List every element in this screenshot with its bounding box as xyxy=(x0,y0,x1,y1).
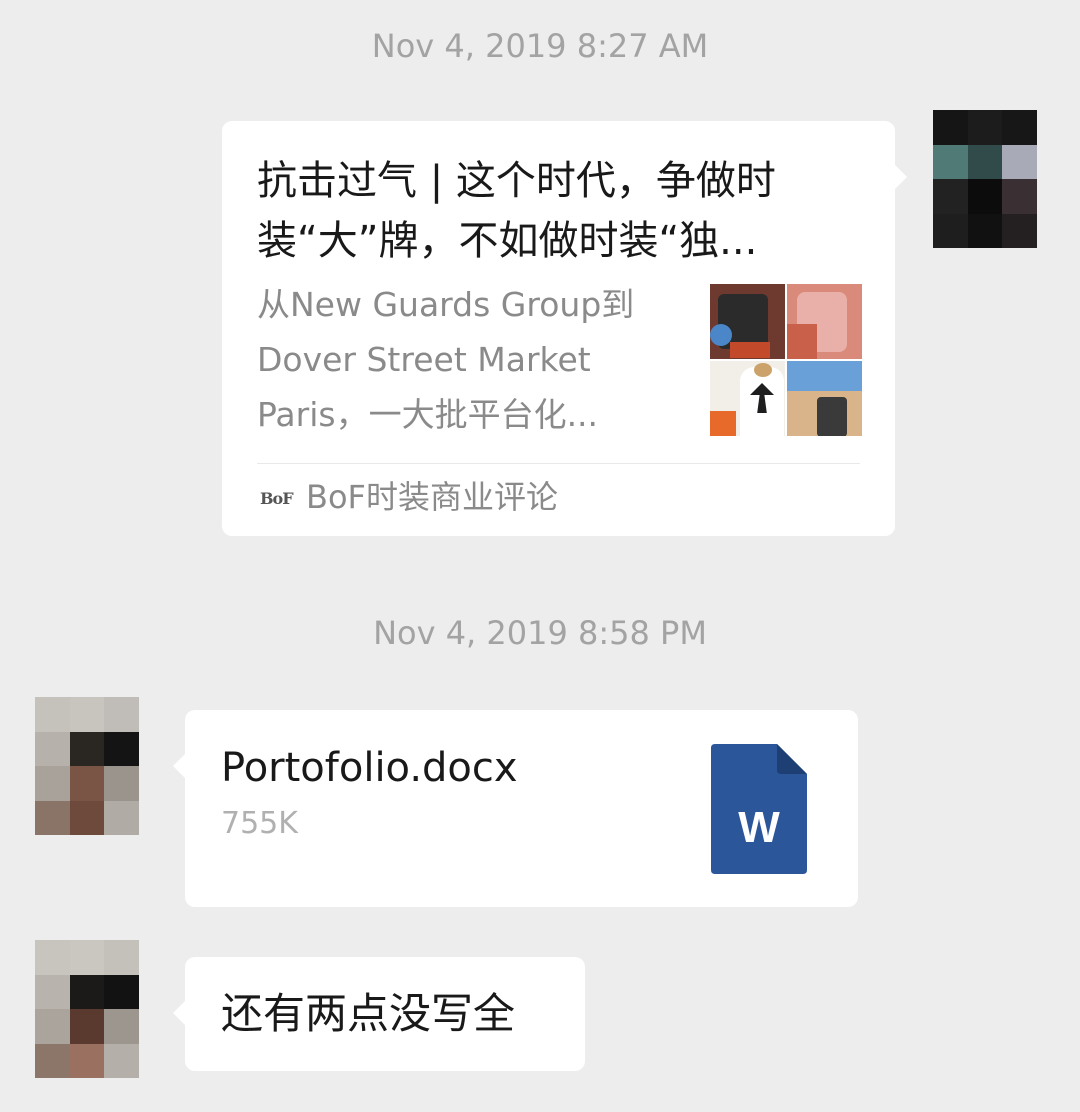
article-title: 抗击过气 | 这个时代，争做时装“大”牌，不如做时装“独... xyxy=(257,158,776,264)
source-logo: BoF xyxy=(260,489,294,508)
word-document-icon: W xyxy=(711,744,807,874)
my-avatar[interactable] xyxy=(933,110,1037,248)
file-size: 755K xyxy=(221,806,298,841)
article-card[interactable]: 抗击过气 | 这个时代，争做时装“大”牌，不如做时装“独... 从New Gua… xyxy=(222,121,907,536)
timestamp: Nov 4, 2019 8:27 AM xyxy=(371,27,709,65)
article-summary: 从New Guards Group到Dover Street Market Pa… xyxy=(257,285,635,434)
divider xyxy=(257,463,860,464)
text-message[interactable]: 还有两点没写全 xyxy=(173,957,585,1071)
file-message[interactable]: Portofolio.docx 755K W xyxy=(173,710,858,907)
thumbnail-tile xyxy=(787,361,862,436)
thumbnail-tile xyxy=(787,284,862,359)
thumbnail-tile xyxy=(710,284,785,359)
source-name: BoF时装商业评论 xyxy=(306,478,558,516)
word-icon-letter: W xyxy=(738,803,780,852)
timestamp: Nov 4, 2019 8:58 PM xyxy=(373,614,707,652)
thumbnail-tile xyxy=(710,361,785,436)
contact-avatar[interactable] xyxy=(35,940,139,1078)
message-text: 还有两点没写全 xyxy=(221,989,516,1038)
file-name: Portofolio.docx xyxy=(221,745,518,791)
contact-avatar[interactable] xyxy=(35,697,139,835)
article-thumbnail xyxy=(710,284,862,436)
